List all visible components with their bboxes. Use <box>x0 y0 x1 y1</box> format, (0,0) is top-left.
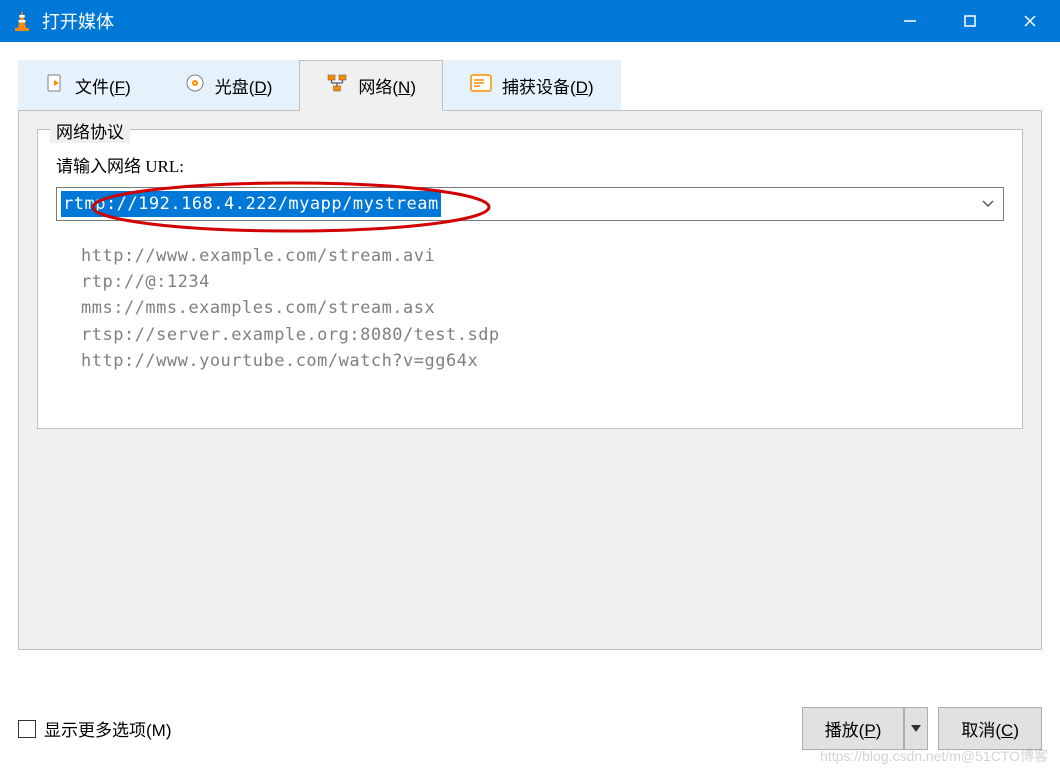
disc-icon <box>185 73 205 98</box>
example-line: mms://mms.examples.com/stream.asx <box>81 295 1004 321</box>
close-button[interactable] <box>1000 0 1060 42</box>
combobox-arrow[interactable] <box>973 188 1003 220</box>
window-title: 打开媒体 <box>42 8 880 34</box>
example-line: http://www.example.com/stream.avi <box>81 243 1004 269</box>
play-dropdown-arrow[interactable] <box>904 707 928 750</box>
titlebar: 打开媒体 <box>0 0 1060 42</box>
capture-icon <box>470 74 492 97</box>
play-button[interactable]: 播放(P) <box>802 707 905 750</box>
bottom-bar: 显示更多选项(M) 播放(P) 取消(C) <box>18 707 1042 750</box>
example-line: rtsp://server.example.org:8080/test.sdp <box>81 322 1004 348</box>
play-split-button: 播放(P) <box>802 707 929 750</box>
network-protocol-fieldset: 网络协议 请输入网络 URL: rtmp://192.168.4.222/mya… <box>37 129 1023 429</box>
url-label: 请输入网络 URL: <box>56 152 1004 177</box>
example-line: http://www.yourtube.com/watch?v=gg64x <box>81 348 1004 374</box>
minimize-button[interactable] <box>880 0 940 42</box>
url-examples: http://www.example.com/stream.avi rtp://… <box>56 243 1004 374</box>
tab-file[interactable]: 文件(F) <box>18 60 158 110</box>
url-input[interactable]: rtmp://192.168.4.222/myapp/mystream <box>61 191 441 217</box>
window-controls <box>880 0 1060 42</box>
content-area: 文件(F) 光盘(D) 网络(N) <box>0 42 1060 768</box>
cancel-button[interactable]: 取消(C) <box>938 707 1042 750</box>
tab-panel-network: 网络协议 请输入网络 URL: rtmp://192.168.4.222/mya… <box>18 110 1042 650</box>
tab-bar: 文件(F) 光盘(D) 网络(N) <box>18 60 1042 111</box>
checkbox-box[interactable] <box>18 720 36 738</box>
tab-disc[interactable]: 光盘(D) <box>158 60 300 110</box>
tab-network[interactable]: 网络(N) <box>299 60 443 111</box>
tab-capture[interactable]: 捕获设备(D) <box>443 60 621 110</box>
fieldset-legend: 网络协议 <box>50 118 130 143</box>
url-combobox[interactable]: rtmp://192.168.4.222/myapp/mystream <box>56 187 1004 221</box>
network-icon <box>326 73 348 98</box>
show-more-options-checkbox[interactable]: 显示更多选项(M) <box>18 716 172 741</box>
file-icon <box>45 73 65 98</box>
example-line: rtp://@:1234 <box>81 269 1004 295</box>
maximize-button[interactable] <box>940 0 1000 42</box>
button-row: 播放(P) 取消(C) <box>802 707 1042 750</box>
vlc-cone-icon <box>12 10 32 32</box>
